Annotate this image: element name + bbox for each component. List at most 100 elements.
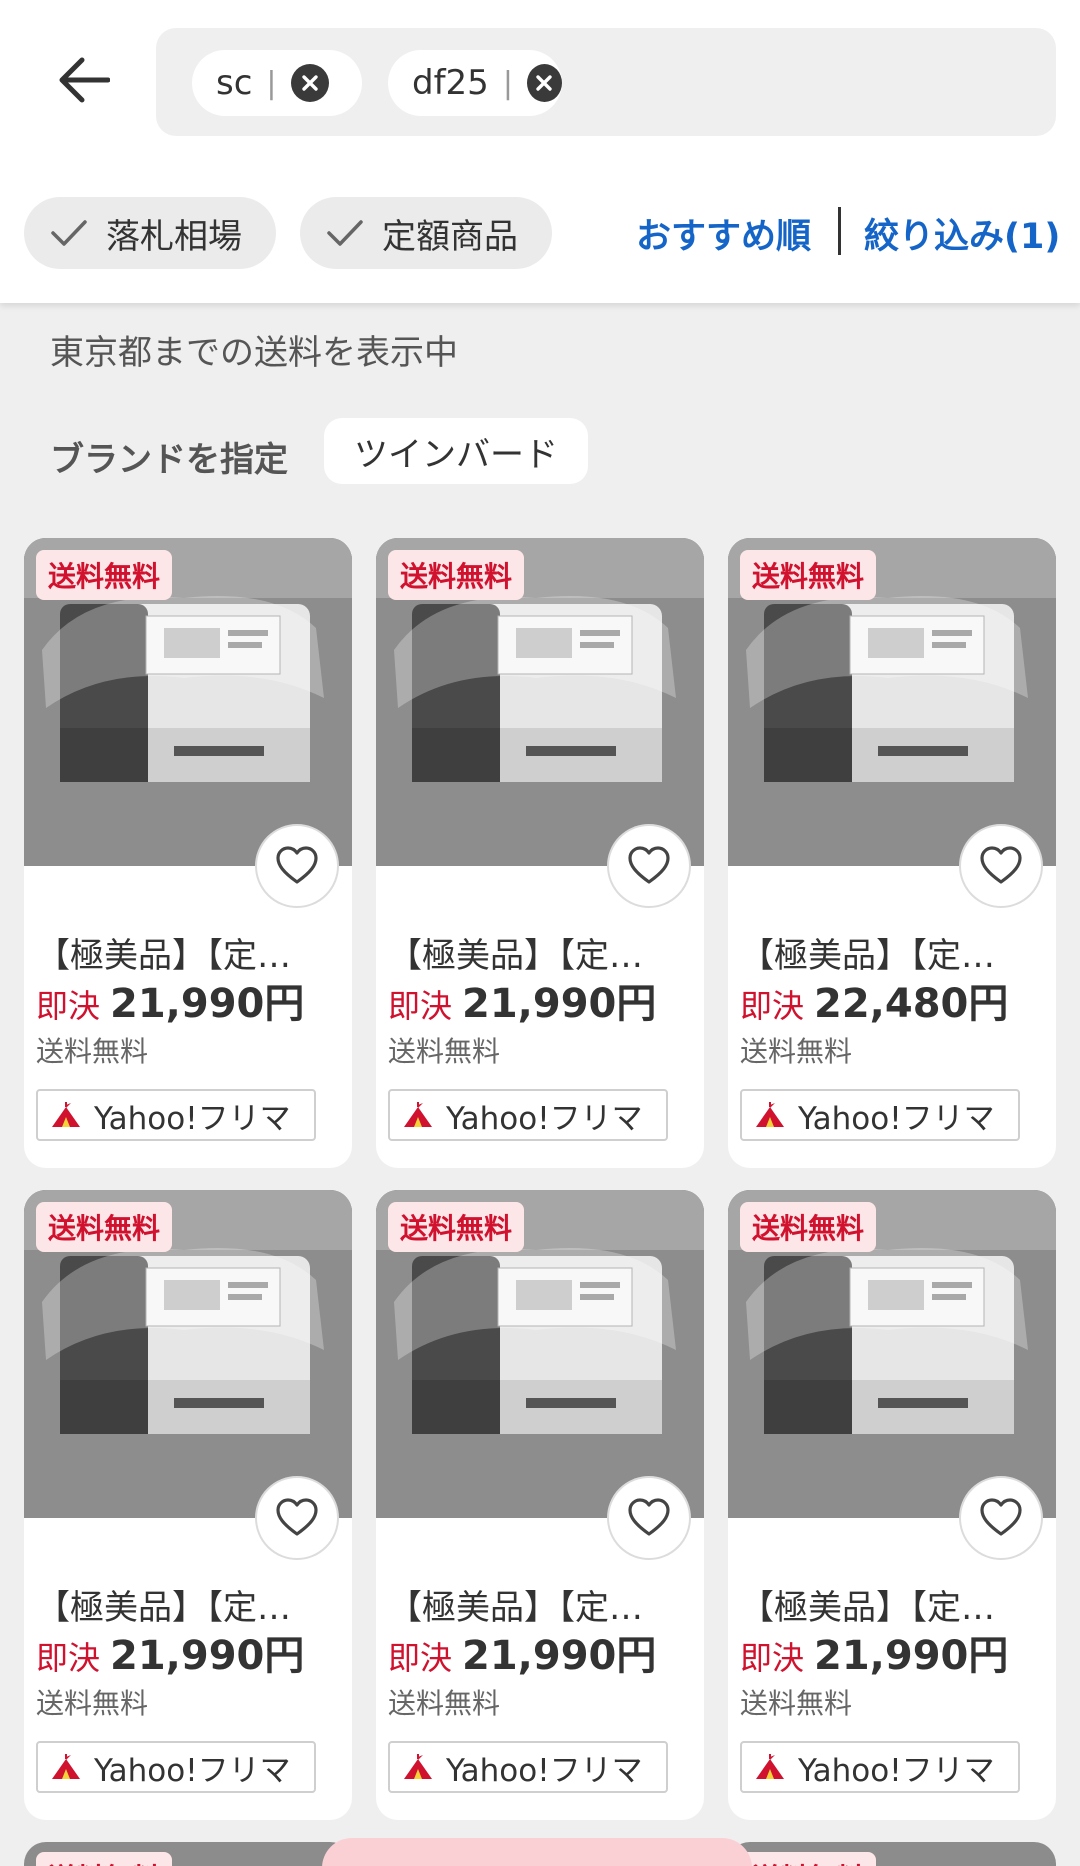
favorite-button[interactable] — [607, 1476, 691, 1560]
heart-icon — [980, 1498, 1022, 1536]
source-badge: Yahoo!フリマ — [388, 1741, 668, 1793]
price: 21,990円 — [462, 1633, 657, 1679]
search-tag-separator: | — [502, 65, 513, 101]
shipping-info: 東京都までの送料を表示中 — [50, 333, 458, 373]
price-row: 即決 21,990円 — [36, 971, 304, 1029]
shipping-label: 送料無料 — [740, 1035, 853, 1068]
refine-button[interactable]: 絞り込み(1) — [864, 208, 1060, 259]
price-row: 即決 21,990円 — [740, 1623, 1008, 1681]
heart-icon — [276, 846, 318, 884]
price-row: 即決 21,990円 — [36, 1623, 304, 1681]
tent-icon — [404, 1102, 432, 1127]
heart-icon — [980, 846, 1022, 884]
filter-market-price[interactable]: 落札相場 — [24, 197, 276, 269]
source-badge: Yahoo!フリマ — [740, 1089, 1020, 1141]
clear-icon[interactable] — [526, 64, 562, 102]
price-kind: 即決 — [36, 1639, 101, 1677]
product-title: 【極美品】【定… — [36, 936, 291, 976]
filter-label: 落札相場 — [106, 216, 242, 257]
favorite-button[interactable] — [255, 824, 339, 908]
tent-icon — [756, 1754, 784, 1779]
free-shipping-badge: 送料無料 — [36, 550, 173, 600]
source-badge: Yahoo!フリマ — [740, 1741, 1020, 1793]
arrow-left-icon — [59, 57, 110, 103]
filter-label: 定額商品 — [382, 216, 518, 257]
price-kind: 即決 — [740, 987, 805, 1025]
price: 22,480円 — [814, 981, 1009, 1027]
shipping-label: 送料無料 — [740, 1687, 853, 1720]
heart-icon — [276, 1498, 318, 1536]
tent-icon — [404, 1754, 432, 1779]
product-card[interactable]: 送料無料 【極美品】【定… 即決 22,480円 送料無料 Yahoo!フリマ — [728, 538, 1056, 1168]
favorite-button[interactable] — [959, 1476, 1043, 1560]
free-shipping-badge: 送料無料 — [388, 1202, 525, 1252]
price: 21,990円 — [110, 1633, 305, 1679]
free-shipping-badge: 送料無料 — [740, 1852, 877, 1866]
product-card-peek[interactable]: 送料無料 — [728, 1842, 1056, 1866]
search-box[interactable]: sc | df25 | — [156, 28, 1056, 136]
check-icon — [327, 220, 363, 246]
product-card[interactable]: 送料無料 【極美品】【定… 即決 21,990円 送料無料 Yahoo!フリマ — [376, 1190, 704, 1820]
free-shipping-badge: 送料無料 — [36, 1852, 173, 1866]
price: 21,990円 — [110, 981, 305, 1027]
product-card[interactable]: 送料無料 【極美品】【定… 即決 21,990円 送料無料 Yahoo!フリマ — [24, 538, 352, 1168]
product-card[interactable]: 送料無料 【極美品】【定… 即決 21,990円 送料無料 Yahoo!フリマ — [376, 538, 704, 1168]
source-badge: Yahoo!フリマ — [388, 1089, 668, 1141]
search-tag[interactable]: df25 | — [388, 50, 562, 116]
product-title: 【極美品】【定… — [740, 936, 995, 976]
shipping-label: 送料無料 — [388, 1035, 501, 1068]
product-title: 【極美品】【定… — [740, 1588, 995, 1628]
favorite-button[interactable] — [607, 824, 691, 908]
sort-button[interactable]: おすすめ順 — [636, 208, 811, 259]
product-title: 【極美品】【定… — [36, 1588, 291, 1628]
product-title: 【極美品】【定… — [388, 1588, 643, 1628]
heart-icon — [628, 1498, 670, 1536]
clear-icon[interactable] — [290, 64, 329, 102]
price-row: 即決 21,990円 — [388, 1623, 656, 1681]
price: 21,990円 — [462, 981, 657, 1027]
source-label: Yahoo!フリマ — [94, 1100, 291, 1137]
source-label: Yahoo!フリマ — [446, 1752, 643, 1789]
source-badge: Yahoo!フリマ — [36, 1089, 316, 1141]
price-kind: 即決 — [36, 987, 101, 1025]
free-shipping-badge: 送料無料 — [36, 1202, 173, 1252]
price: 21,990円 — [814, 1633, 1009, 1679]
check-icon — [51, 220, 87, 246]
source-label: Yahoo!フリマ — [94, 1752, 291, 1789]
product-card[interactable]: 送料無料 【極美品】【定… 即決 21,990円 送料無料 Yahoo!フリマ — [24, 1190, 352, 1820]
shipping-label: 送料無料 — [36, 1035, 149, 1068]
search-tag-text: df25 — [412, 63, 489, 103]
sort-divider — [838, 207, 841, 255]
tent-icon — [52, 1102, 80, 1127]
free-shipping-badge: 送料無料 — [740, 550, 877, 600]
favorite-button[interactable] — [959, 824, 1043, 908]
shipping-label: 送料無料 — [388, 1687, 501, 1720]
free-shipping-badge: 送料無料 — [388, 550, 525, 600]
brand-label: ブランドを指定 — [50, 440, 288, 480]
free-shipping-badge: 送料無料 — [740, 1202, 877, 1252]
price-row: 即決 21,990円 — [388, 971, 656, 1029]
heart-icon — [628, 846, 670, 884]
product-card[interactable]: 送料無料 【極美品】【定… 即決 21,990円 送料無料 Yahoo!フリマ — [728, 1190, 1056, 1820]
source-badge: Yahoo!フリマ — [36, 1741, 316, 1793]
source-label: Yahoo!フリマ — [798, 1100, 995, 1137]
source-label: Yahoo!フリマ — [446, 1100, 643, 1137]
header: sc | df25 | 落札相場 定額商品 おすすめ順 絞り込み(1) — [0, 0, 1080, 303]
source-label: Yahoo!フリマ — [798, 1752, 995, 1789]
price-kind: 即決 — [388, 987, 453, 1025]
search-tag[interactable]: sc | — [192, 50, 362, 116]
favorite-button[interactable] — [255, 1476, 339, 1560]
filter-fixed-price[interactable]: 定額商品 — [300, 197, 552, 269]
price-kind: 即決 — [740, 1639, 805, 1677]
product-title: 【極美品】【定… — [388, 936, 643, 976]
price-row: 即決 22,480円 — [740, 971, 1008, 1029]
search-tag-text: sc — [216, 63, 253, 103]
tent-icon — [52, 1754, 80, 1779]
floating-action-button[interactable] — [322, 1838, 752, 1866]
back-button[interactable] — [52, 48, 116, 112]
product-card-peek[interactable]: 送料無料 — [24, 1842, 352, 1866]
tent-icon — [756, 1102, 784, 1127]
price-kind: 即決 — [388, 1639, 453, 1677]
shipping-label: 送料無料 — [36, 1687, 149, 1720]
brand-chip[interactable]: ツインバード — [324, 418, 588, 484]
